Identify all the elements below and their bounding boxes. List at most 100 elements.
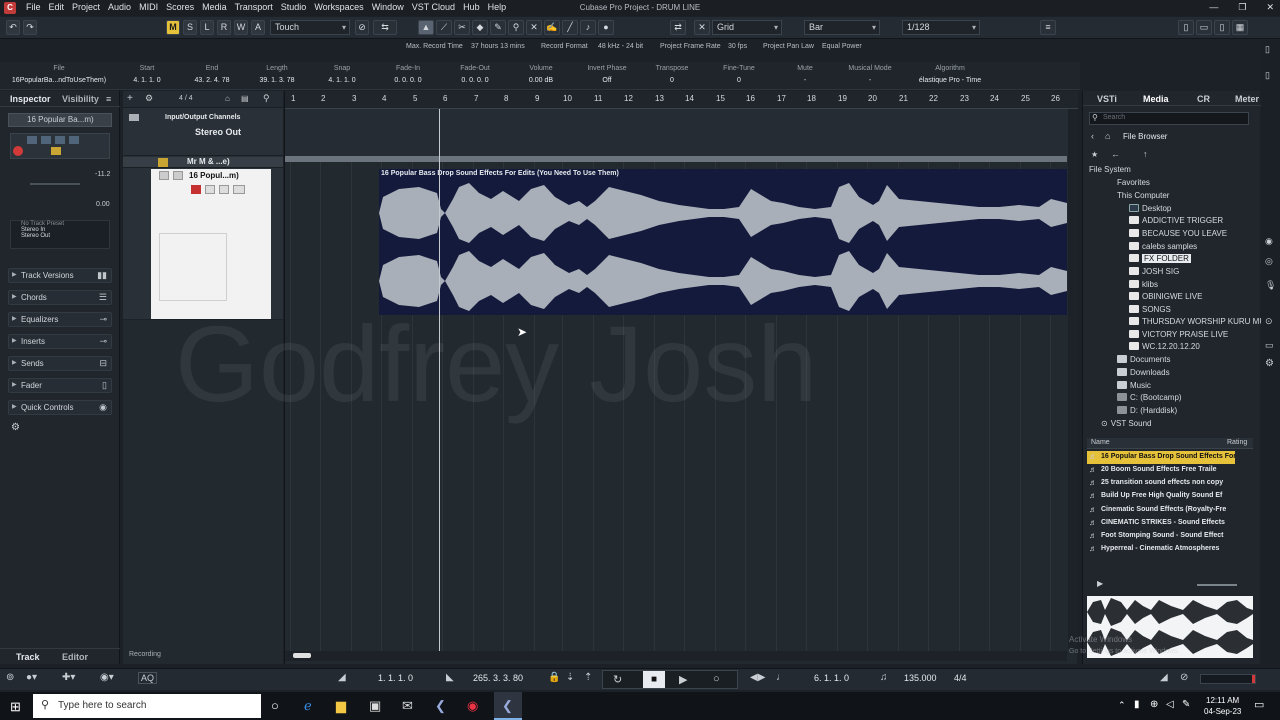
section-fader[interactable]: Fader ▯ xyxy=(8,378,112,393)
minimize-button[interactable]: — xyxy=(1209,2,1218,13)
tree-folder-selected[interactable]: FX FOLDER xyxy=(1129,254,1191,263)
section-chords[interactable]: Chords ☰ xyxy=(8,290,112,305)
info-fade-out[interactable]: Fade-Out 0. 0. 0. 0 xyxy=(448,65,502,84)
solo-button[interactable] xyxy=(41,136,51,144)
track-record-button[interactable] xyxy=(191,185,201,194)
info-algorithm[interactable]: Algorithm élastique Pro - Time xyxy=(905,65,995,84)
automation-panel-button[interactable]: A xyxy=(251,20,265,35)
settings-icon[interactable]: ⚙ xyxy=(1265,358,1274,369)
autoscroll-icon[interactable]: ⇆ xyxy=(373,20,397,35)
menu-workspaces[interactable]: Workspaces xyxy=(314,2,363,12)
tree-favorites[interactable]: Favorites xyxy=(1117,178,1150,187)
toggle-lower-zone-icon[interactable]: ▭ xyxy=(1196,20,1212,35)
left-locator-icon[interactable]: ◢ xyxy=(338,672,346,683)
selected-audio-track[interactable]: m s 16 Popul...m) xyxy=(151,169,271,319)
result-row[interactable]: Hyperreal - Cinematic Atmospheres xyxy=(1087,543,1235,556)
glue-tool-icon[interactable]: ◆ xyxy=(472,20,488,35)
arrangement-area[interactable]: 1 2 3 4 5 6 7 8 9 10 11 12 13 14 15 16 1… xyxy=(175,91,1078,664)
info-fine-tune[interactable]: Fine-Tune 0 xyxy=(712,65,766,84)
track-edit-icon[interactable] xyxy=(158,158,168,167)
favorite-star-icon[interactable]: ★ xyxy=(1091,150,1098,159)
horizontal-scrollbar[interactable] xyxy=(285,651,1067,661)
tab-media[interactable]: Media xyxy=(1143,94,1169,104)
snap-on-off-icon[interactable]: ⇄ xyxy=(670,20,686,35)
menu-media[interactable]: Media xyxy=(202,2,227,12)
marker-icon[interactable]: ◀▶ xyxy=(750,672,765,683)
strip-collapse-icon[interactable]: ▯ xyxy=(1265,44,1270,55)
stop-button[interactable]: ■ xyxy=(643,671,665,688)
tab-track[interactable]: Track xyxy=(16,652,40,662)
audio-event[interactable]: 16 Popular Bass Drop Sound Effects For E… xyxy=(379,169,1067,315)
cubase-active-taskbar-item[interactable]: ❮ xyxy=(494,692,522,720)
folder-track-row[interactable]: Input/Output Channels Stereo Out xyxy=(123,109,283,156)
info-mute[interactable]: Mute - xyxy=(778,65,832,84)
tree-folder[interactable]: JOSH SIG xyxy=(1129,267,1179,276)
clock-time[interactable]: 12:11 AM xyxy=(1206,696,1239,705)
transport-settings-icon[interactable]: ⊚ xyxy=(6,672,14,683)
file-explorer-icon[interactable]: ▆ xyxy=(336,698,346,714)
result-row[interactable]: 25 transition sound effects non copy xyxy=(1087,477,1235,490)
menu-project[interactable]: Project xyxy=(72,2,100,12)
automation-mode-select[interactable]: Touch xyxy=(270,20,350,35)
tree-folder[interactable]: BECAUSE YOU LEAVE xyxy=(1129,229,1227,238)
setup-window-layout-icon[interactable]: ▦ xyxy=(1232,20,1248,35)
auto-quantize-button[interactable]: AQ xyxy=(138,672,158,684)
track-list-menu-icon[interactable]: ⌂ xyxy=(225,94,230,103)
redo-icon[interactable]: ↷ xyxy=(23,20,37,35)
range-tool-icon[interactable]: ⟋ xyxy=(436,20,452,35)
volume-fader[interactable] xyxy=(30,183,80,185)
chat-icon[interactable]: ▭ xyxy=(1265,340,1274,351)
tree-this-computer[interactable]: This Computer xyxy=(1117,191,1169,200)
snap-type-select[interactable]: Grid xyxy=(712,20,782,35)
play-button[interactable]: ▶ xyxy=(679,673,687,686)
menu-edit[interactable]: Edit xyxy=(49,2,65,12)
info-end[interactable]: End 43. 2. 4. 78 xyxy=(185,65,239,84)
info-fade-in[interactable]: Fade-In 0. 0. 0. 0 xyxy=(381,65,435,84)
clock-date[interactable]: 04-Sep-23 xyxy=(1204,707,1241,716)
tempo-track-icon[interactable]: ♫ xyxy=(880,672,888,683)
tree-music[interactable]: Music xyxy=(1117,381,1151,390)
menu-studio[interactable]: Studio xyxy=(281,2,307,12)
network-icon[interactable]: ⊕ xyxy=(1150,699,1158,710)
strip-icon[interactable]: ▯ xyxy=(1265,70,1270,81)
tree-folder[interactable]: ADDICTIVE TRIGGER xyxy=(1129,216,1223,225)
menu-help[interactable]: Help xyxy=(488,2,507,12)
track-write-button[interactable] xyxy=(233,185,245,194)
camera-icon[interactable]: ◉ xyxy=(1265,236,1273,247)
cycle-icon[interactable]: ↻ xyxy=(613,673,622,686)
preview-play-icon[interactable]: ▶ xyxy=(1097,579,1103,588)
section-track-versions[interactable]: Track Versions ▮▮ xyxy=(8,268,112,283)
read-automation-button[interactable]: R xyxy=(217,20,231,35)
tree-file-system[interactable]: File System xyxy=(1089,165,1131,174)
input-monitor-icon[interactable]: ◢ xyxy=(1160,672,1168,683)
color-tool-icon[interactable]: ● xyxy=(598,20,614,35)
listen-mode-button[interactable]: L xyxy=(200,20,214,35)
preview-volume-slider[interactable] xyxy=(1197,584,1237,586)
punch-icon[interactable]: ✚▾ xyxy=(62,672,75,683)
tree-folder[interactable]: SONGS xyxy=(1129,305,1171,314)
close-button[interactable]: ✕ xyxy=(1266,2,1274,13)
track-mute-button[interactable]: m xyxy=(159,171,169,180)
tree-folder[interactable]: calebs samples xyxy=(1129,242,1197,251)
object-selection-tool-icon[interactable]: ▲ xyxy=(418,20,434,35)
tree-downloads[interactable]: Downloads xyxy=(1117,368,1170,377)
tab-cr[interactable]: CR xyxy=(1197,94,1210,104)
menu-window[interactable]: Window xyxy=(372,2,404,12)
track-solo-button[interactable]: s xyxy=(173,171,183,180)
volume-icon[interactable]: ◁ xyxy=(1166,699,1174,710)
info-volume[interactable]: Volume 0.00 dB xyxy=(514,65,568,84)
tray-icon[interactable]: ▮ xyxy=(1134,699,1140,710)
tree-folder[interactable]: WC.12.20.12.20 xyxy=(1129,342,1200,351)
vertical-scrollbar[interactable] xyxy=(1068,109,1078,649)
windows-start-icon[interactable]: ⊞ xyxy=(10,699,21,715)
section-quick-controls[interactable]: Quick Controls ◉ xyxy=(8,400,112,415)
info-transpose[interactable]: Transpose 0 xyxy=(645,65,699,84)
menu-transport[interactable]: Transport xyxy=(235,2,273,12)
write-automation-button[interactable]: W xyxy=(234,20,248,35)
ruler[interactable]: 1 2 3 4 5 6 7 8 9 10 11 12 13 14 15 16 1… xyxy=(285,91,1078,109)
read-button[interactable] xyxy=(55,136,65,144)
menu-file[interactable]: File xyxy=(26,2,41,12)
folder-part[interactable] xyxy=(285,156,1067,162)
zoom-tool-icon[interactable]: ⚲ xyxy=(508,20,524,35)
section-equalizers[interactable]: Equalizers ⊸ xyxy=(8,312,112,327)
